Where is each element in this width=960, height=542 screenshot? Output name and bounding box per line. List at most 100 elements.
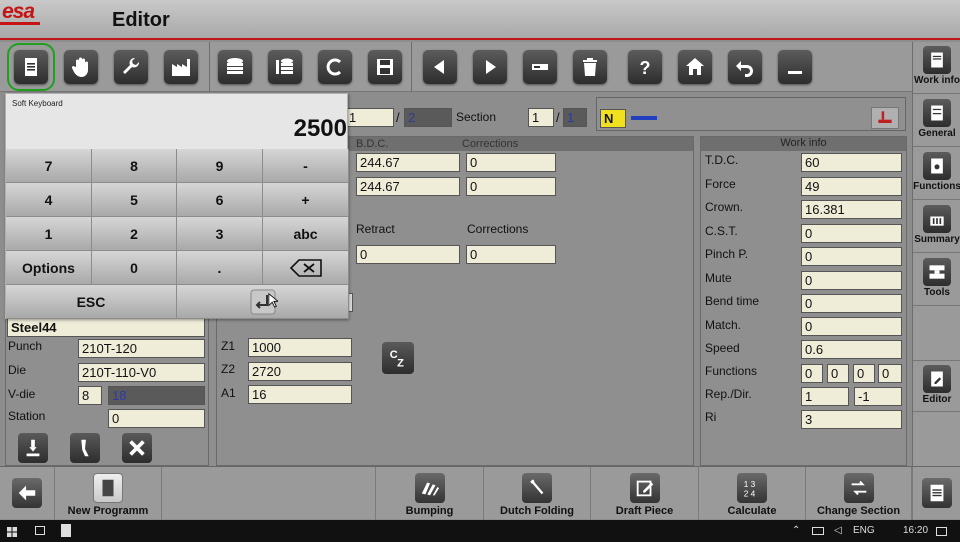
network-icon[interactable] — [812, 527, 824, 535]
key-2[interactable]: 2 — [92, 217, 177, 251]
key-6[interactable]: 6 — [177, 183, 263, 217]
database-button[interactable] — [218, 50, 252, 84]
key-backspace[interactable] — [263, 251, 349, 285]
die-field[interactable]: 210T-110-V0 — [78, 363, 205, 382]
language-indicator[interactable]: ENG — [853, 525, 875, 536]
windows-start-icon[interactable] — [7, 526, 17, 537]
help-button[interactable]: ? — [628, 50, 662, 84]
list-button[interactable] — [912, 467, 960, 520]
key-3[interactable]: 3 — [177, 217, 263, 251]
key-5[interactable]: 5 — [92, 183, 177, 217]
key-4[interactable]: 4 — [6, 183, 92, 217]
bend-time-field[interactable]: 0 — [801, 294, 902, 313]
summary-button[interactable]: Summary — [913, 201, 960, 253]
tools-button[interactable]: Tools — [913, 254, 960, 306]
key-esc[interactable]: ESC — [6, 285, 177, 319]
crown-field[interactable]: 16.381 — [801, 200, 902, 219]
dir-field[interactable]: -1 — [854, 387, 902, 406]
notifications-icon[interactable] — [936, 527, 947, 536]
key-enter[interactable] — [177, 285, 349, 319]
minimize-button[interactable] — [778, 50, 812, 84]
home-button[interactable] — [678, 50, 712, 84]
punch-tool-button[interactable] — [18, 433, 48, 463]
dutch-folding-button[interactable]: Dutch Folding — [483, 467, 590, 520]
remove-tool-button[interactable] — [122, 433, 152, 463]
logo-underline — [0, 22, 40, 25]
new-programm-button[interactable]: New Programm — [54, 467, 162, 520]
task-view-icon[interactable] — [35, 526, 45, 535]
tools-icon — [929, 265, 945, 279]
factory-button[interactable] — [164, 50, 198, 84]
remove-button[interactable] — [523, 50, 557, 84]
z1-field[interactable]: 1000 — [248, 338, 352, 357]
function-field-1[interactable]: 0 — [801, 364, 823, 383]
key-9[interactable]: 9 — [177, 149, 263, 183]
bend-current-field[interactable]: 1 — [345, 108, 394, 127]
next-button[interactable] — [473, 50, 507, 84]
function-field-4[interactable]: 0 — [878, 364, 902, 383]
match-field[interactable]: 0 — [801, 317, 902, 336]
key-plus[interactable]: + — [263, 183, 349, 217]
function-field-3[interactable]: 0 — [853, 364, 875, 383]
material-field[interactable]: Steel44 — [7, 318, 205, 337]
cz-button[interactable]: CZ — [382, 342, 414, 374]
document-button[interactable] — [7, 43, 55, 91]
key-1[interactable]: 1 — [6, 217, 92, 251]
mute-field[interactable]: 0 — [801, 271, 902, 290]
station-field[interactable]: 0 — [108, 409, 205, 428]
draft-piece-button[interactable]: Draft Piece — [590, 467, 698, 520]
wrench-button[interactable] — [114, 50, 148, 84]
key-8[interactable]: 8 — [92, 149, 177, 183]
mouse-cursor-icon — [268, 292, 280, 311]
pinch-field[interactable]: 0 — [801, 247, 902, 266]
rep-field[interactable]: 1 — [801, 387, 849, 406]
delete-button[interactable] — [573, 50, 607, 84]
ri-field[interactable]: 3 — [801, 410, 902, 429]
bend-tool-icon — [81, 439, 89, 457]
key-7[interactable]: 7 — [6, 149, 92, 183]
general-button[interactable]: General — [913, 95, 960, 147]
key-decimal[interactable]: . — [177, 251, 263, 285]
section-current-field[interactable]: 1 — [528, 108, 554, 127]
corrections-field-2[interactable]: 0 — [466, 177, 556, 196]
a1-field[interactable]: 16 — [248, 385, 352, 404]
speed-field[interactable]: 0.6 — [801, 340, 902, 359]
editor-button[interactable]: Editor — [913, 360, 960, 412]
z1-label: Z1 — [221, 339, 236, 353]
database-edit-button[interactable] — [268, 50, 302, 84]
hand-button[interactable] — [64, 50, 98, 84]
bend-tool-button[interactable] — [70, 433, 100, 463]
back-button[interactable] — [0, 467, 54, 520]
cst-field[interactable]: 0 — [801, 224, 902, 243]
volume-icon[interactable]: ◁ — [834, 525, 842, 536]
change-section-button[interactable]: Change Section — [805, 467, 912, 520]
save-button[interactable] — [368, 50, 402, 84]
tdc-field[interactable]: 60 — [801, 153, 902, 172]
calculate-button[interactable]: 1 32 4 Calculate — [698, 467, 805, 520]
punch-field[interactable]: 210T-120 — [78, 339, 205, 358]
force-field[interactable]: 49 — [801, 177, 902, 196]
undo-button[interactable] — [728, 50, 762, 84]
bumping-button[interactable]: Bumping — [375, 467, 483, 520]
c-button[interactable] — [318, 50, 352, 84]
work-info-button[interactable]: Work info — [913, 42, 960, 94]
section-label: Section — [456, 110, 497, 124]
key-abc[interactable]: abc — [263, 217, 349, 251]
retract-corrections-field[interactable]: 0 — [466, 245, 556, 264]
functions-button[interactable]: Functions — [913, 148, 960, 200]
key-minus[interactable]: - — [263, 149, 349, 183]
bdc-field-1[interactable]: 244.67 — [356, 153, 460, 172]
corrections-field-1[interactable]: 0 — [466, 153, 556, 172]
key-options[interactable]: Options — [6, 251, 92, 285]
function-field-2[interactable]: 0 — [827, 364, 849, 383]
key-0[interactable]: 0 — [92, 251, 177, 285]
title-bar: esa Editor — [0, 0, 960, 40]
retract-field[interactable]: 0 — [356, 245, 460, 264]
app-taskbar-icon[interactable] — [61, 524, 71, 537]
z2-field[interactable]: 2720 — [248, 362, 352, 381]
bdc-field-2[interactable]: 244.67 — [356, 177, 460, 196]
previous-button[interactable] — [423, 50, 457, 84]
clock[interactable]: 16:20 — [903, 525, 928, 536]
tray-chevron-icon[interactable]: ⌃ — [792, 525, 800, 536]
vdie-field-a[interactable]: 8 — [78, 386, 102, 405]
